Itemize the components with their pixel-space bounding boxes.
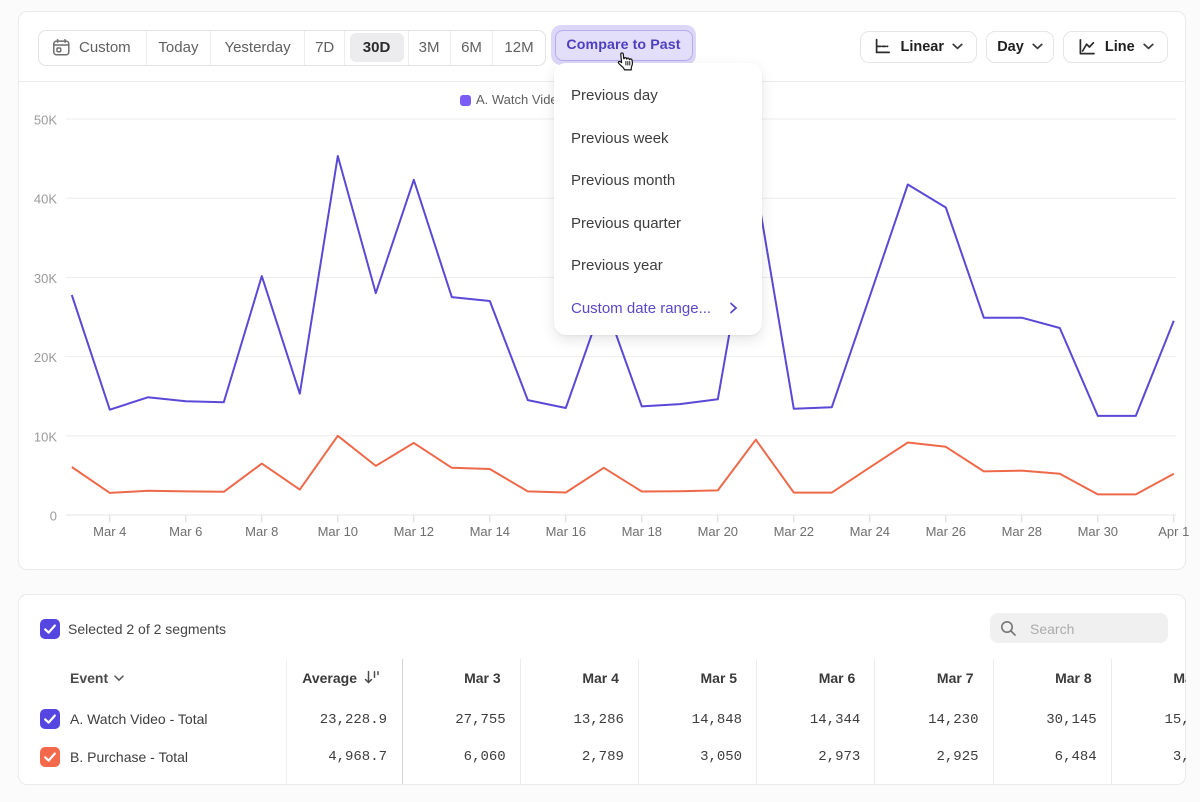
svg-text:Mar 6: Mar 6 (169, 524, 202, 539)
svg-text:Mar 14: Mar 14 (470, 524, 510, 539)
svg-text:Mar 24: Mar 24 (850, 524, 890, 539)
svg-text:20K: 20K (34, 350, 57, 365)
svg-text:Mar 18: Mar 18 (622, 524, 662, 539)
svg-text:50K: 50K (34, 113, 57, 128)
svg-text:Mar 12: Mar 12 (394, 524, 434, 539)
svg-text:Mar 4: Mar 4 (93, 524, 126, 539)
svg-text:Mar 22: Mar 22 (774, 524, 814, 539)
svg-text:Mar 20: Mar 20 (698, 524, 738, 539)
svg-text:Mar 30: Mar 30 (1078, 524, 1118, 539)
svg-text:30K: 30K (34, 271, 57, 286)
svg-text:Mar 26: Mar 26 (926, 524, 966, 539)
svg-text:10K: 10K (34, 429, 57, 444)
svg-text:Mar 8: Mar 8 (245, 524, 278, 539)
svg-text:0: 0 (50, 509, 57, 524)
svg-text:Mar 10: Mar 10 (318, 524, 358, 539)
svg-text:Mar 28: Mar 28 (1002, 524, 1042, 539)
svg-text:Mar 16: Mar 16 (546, 524, 586, 539)
svg-text:40K: 40K (34, 192, 57, 207)
svg-text:Apr 1: Apr 1 (1158, 524, 1189, 539)
